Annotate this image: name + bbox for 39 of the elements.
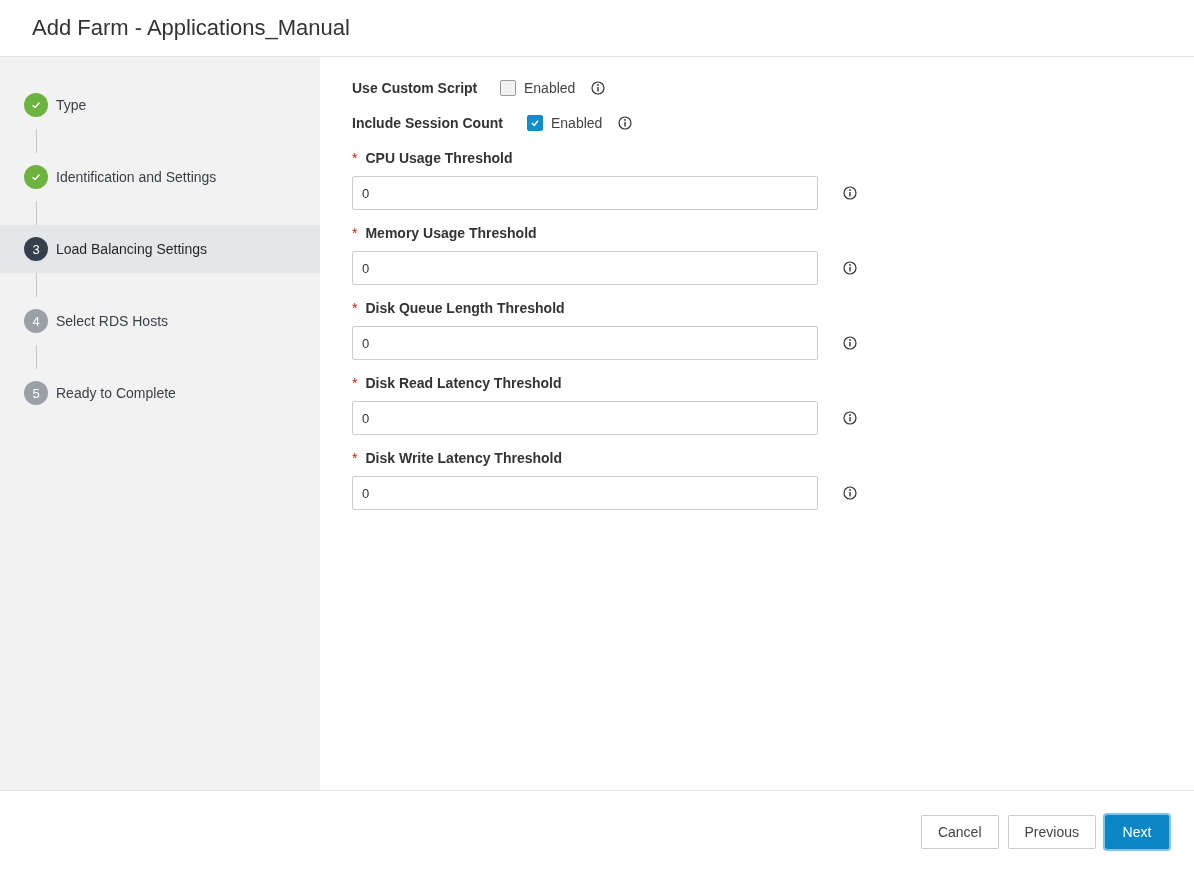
required-asterisk: *: [352, 450, 358, 466]
info-icon[interactable]: [843, 411, 857, 425]
threshold-input[interactable]: 0: [352, 251, 818, 285]
wizard-step[interactable]: Type: [0, 81, 320, 129]
setting-label: Include Session Count: [352, 115, 504, 131]
required-asterisk: *: [352, 225, 358, 241]
step-number: 5: [24, 381, 48, 405]
wizard-button[interactable]: Cancel: [920, 814, 999, 849]
info-icon[interactable]: [843, 336, 857, 350]
threshold-input[interactable]: 0: [352, 476, 818, 510]
info-icon[interactable]: [843, 186, 857, 200]
required-asterisk: *: [352, 150, 358, 166]
dialog-title: Add Farm - Applications_Manual: [32, 15, 350, 41]
threshold-input[interactable]: 0: [352, 401, 818, 435]
wizard-step[interactable]: Identification and Settings: [0, 153, 320, 201]
enabled-checkbox[interactable]: Enabled: [500, 80, 576, 96]
threshold-input[interactable]: 0: [352, 326, 818, 360]
step-number: 4: [24, 309, 48, 333]
required-asterisk: *: [352, 375, 358, 391]
enabled-checkbox[interactable]: Enabled: [527, 115, 603, 131]
threshold-input[interactable]: 0: [352, 176, 818, 210]
required-asterisk: *: [352, 300, 358, 316]
field-label: Memory Usage Threshold: [365, 225, 537, 241]
wizard-step[interactable]: 5 Ready to Complete: [0, 369, 320, 417]
info-icon[interactable]: [843, 486, 857, 500]
wizard-step[interactable]: 4 Select RDS Hosts: [0, 297, 320, 345]
field-label: Disk Read Latency Threshold: [365, 375, 562, 391]
field-label: CPU Usage Threshold: [365, 150, 513, 166]
info-icon[interactable]: [591, 81, 606, 95]
checkmark-icon: [530, 118, 540, 128]
wizard-button[interactable]: Previous: [1007, 814, 1096, 849]
wizard-step[interactable]: 3 Load Balancing Settings: [0, 225, 320, 273]
info-icon[interactable]: [618, 116, 633, 130]
setting-label: Use Custom Script: [352, 80, 479, 96]
next-button[interactable]: Next: [1105, 814, 1169, 849]
field-label: Disk Write Latency Threshold: [365, 450, 563, 466]
info-icon[interactable]: [843, 261, 857, 275]
field-label: Disk Queue Length Threshold: [365, 300, 565, 316]
step-number: 3: [24, 237, 48, 261]
